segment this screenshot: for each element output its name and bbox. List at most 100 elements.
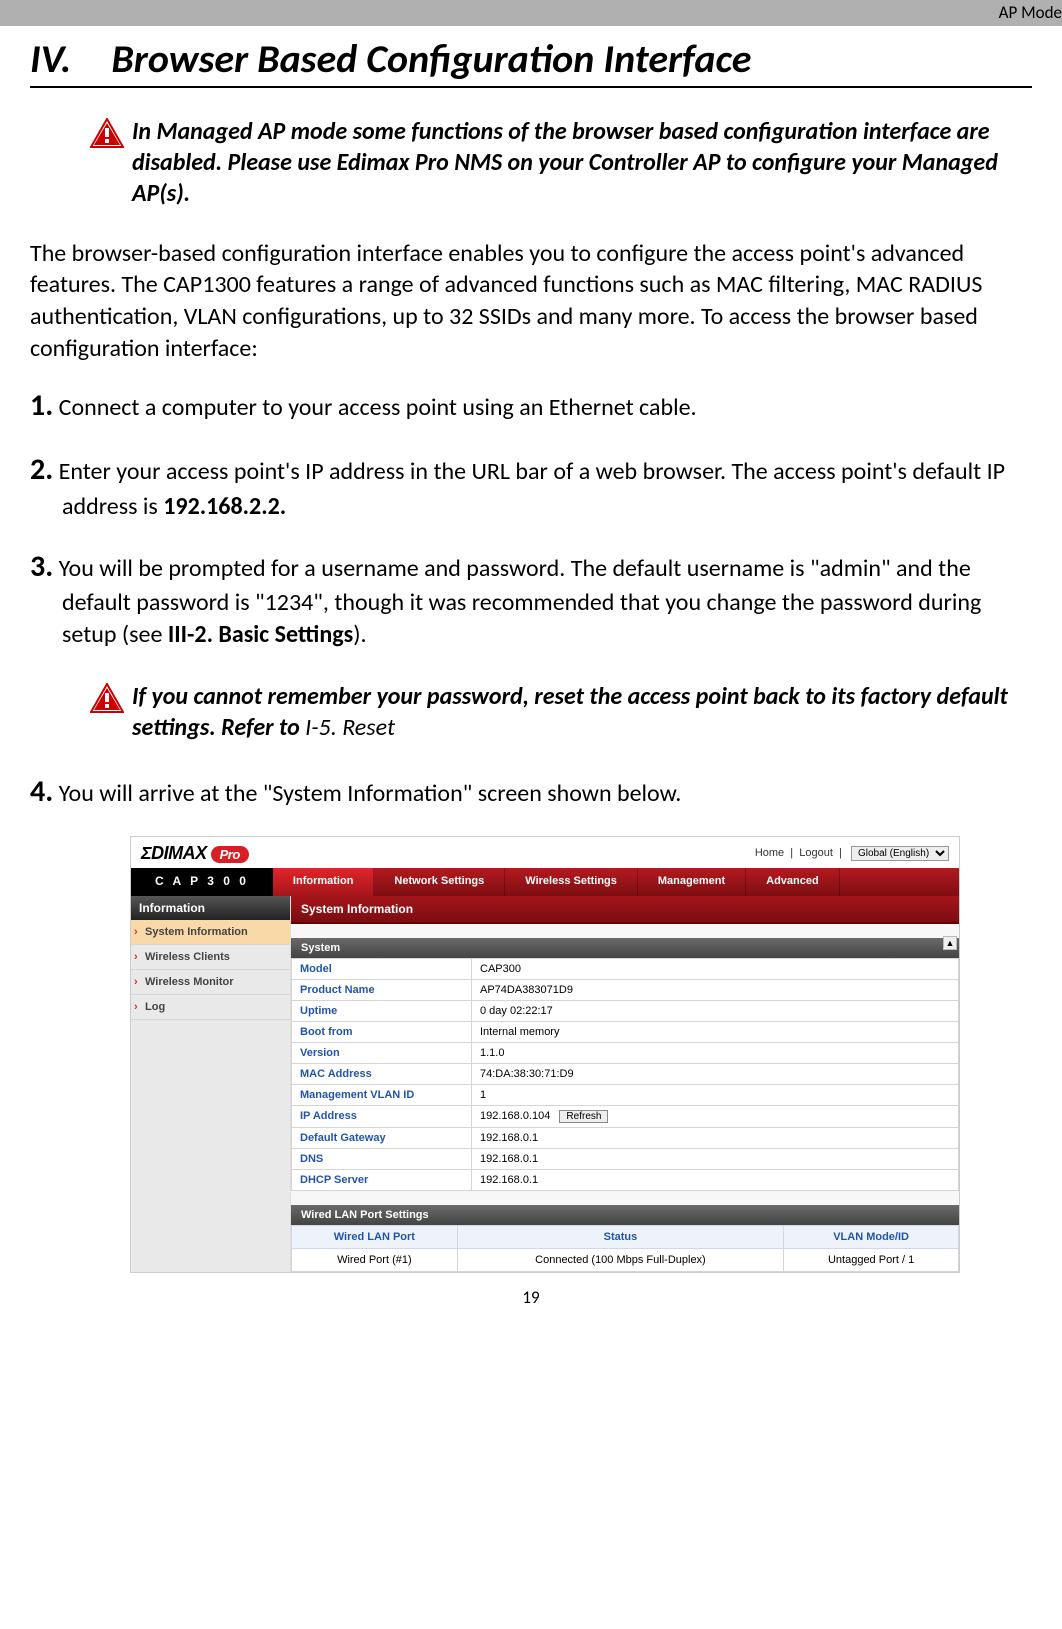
row-val: 0 day 02:22:17 [472,1000,959,1021]
note-reset-text: If you cannot remember your password, re… [132,681,1032,743]
table-row: Product NameAP74DA383071D9 [292,979,959,1000]
title-rule [30,86,1032,88]
table-row: Default Gateway192.168.0.1 [292,1127,959,1148]
note-reset-ref: I-5. Reset [305,713,395,742]
warning-icon [90,683,124,713]
nav-advanced[interactable]: Advanced [746,868,840,896]
wired-td: Wired Port (#1) [292,1248,458,1271]
sidebar-item-wireless-monitor[interactable]: Wireless Monitor [131,970,290,995]
row-key: Default Gateway [292,1127,472,1148]
step-4: 4. You will arrive at the "System Inform… [30,772,1032,812]
logout-link[interactable]: Logout [799,847,833,859]
row-key: Management VLAN ID [292,1084,472,1105]
nav-wireless-settings[interactable]: Wireless Settings [505,868,638,896]
language-select[interactable]: Global (English) [851,846,949,861]
row-val: 192.168.0.1 [472,1127,959,1148]
row-val: 192.168.0.1 [472,1148,959,1169]
note-managed-ap-text: In Managed AP mode some functions of the… [132,116,1032,210]
scroll-up-icon[interactable]: ▲ [943,936,957,950]
sidebar: Information System Information Wireless … [131,896,291,1272]
home-link[interactable]: Home [755,847,784,859]
note-managed-ap: In Managed AP mode some functions of the… [90,116,1032,210]
wired-data-row: Wired Port (#1) Connected (100 Mbps Full… [292,1248,959,1271]
brand-logo: ΣDIMAX Pro [141,843,249,864]
row-val: 74:DA:38:30:71:D9 [472,1063,959,1084]
row-key: Product Name [292,979,472,1000]
row-val: 192.168.0.1 [472,1169,959,1190]
row-val: CAP300 [472,958,959,979]
panel-title: System Information [291,896,959,924]
table-row: IP Address 192.168.0.104 Refresh [292,1105,959,1127]
step-1: 1. Connect a computer to your access poi… [30,386,1032,426]
row-key: Boot from [292,1021,472,1042]
webui-topbar: ΣDIMAX Pro Home | Logout | Global (Engli… [131,837,959,868]
wired-subtitle: Wired LAN Port Settings [291,1205,959,1225]
row-val: 1.1.0 [472,1042,959,1063]
webui-body: Information System Information Wireless … [131,896,959,1272]
main-nav: Information Network Settings Wireless Se… [273,868,959,896]
sidebar-item-system-information[interactable]: System Information [131,920,290,945]
nav-network-settings[interactable]: Network Settings [374,868,505,896]
row-key: IP Address [292,1105,472,1127]
table-row: MAC Address74:DA:38:30:71:D9 [292,1063,959,1084]
step-2-number: 2. [30,451,53,488]
nav-management[interactable]: Management [638,868,746,896]
row-val: AP74DA383071D9 [472,979,959,1000]
wired-table: Wired LAN Port Status VLAN Mode/ID Wired… [291,1225,959,1272]
wired-td: Untagged Port / 1 [784,1248,959,1271]
brand-pro-badge: Pro [211,846,249,863]
sidebar-item-wireless-clients[interactable]: Wireless Clients [131,945,290,970]
header-mode-text: AP Mode [999,2,1062,23]
system-info-screenshot: ΣDIMAX Pro Home | Logout | Global (Engli… [130,836,1032,1273]
step-3-number: 3. [30,548,53,585]
wired-th: VLAN Mode/ID [784,1225,959,1248]
system-table: ModelCAP300 Product NameAP74DA383071D9 U… [291,958,959,1191]
page-content: IV. Browser Based Configuration Interfac… [0,26,1062,1328]
page-number: 19 [30,1287,1032,1308]
table-row: DNS192.168.0.1 [292,1148,959,1169]
table-row: Version1.1.0 [292,1042,959,1063]
nav-information[interactable]: Information [273,868,375,896]
sidebar-heading: Information [131,896,290,920]
table-row: ModelCAP300 [292,958,959,979]
step-3: 3. You will be prompted for a username a… [30,547,1032,652]
row-key: DNS [292,1148,472,1169]
table-row: Uptime0 day 02:22:17 [292,1000,959,1021]
brand-text: ΣDIMAX [141,843,207,864]
webui-frame: ΣDIMAX Pro Home | Logout | Global (Engli… [130,836,960,1273]
note-reset-text-a: If you cannot remember your password, re… [132,682,1008,742]
top-links: Home | Logout | Global (English) [755,846,949,861]
step-4-text: You will arrive at the "System Informati… [53,779,681,808]
warning-icon [90,118,124,148]
ip-address-value: 192.168.0.104 [480,1110,550,1122]
row-key: MAC Address [292,1063,472,1084]
wired-td: Connected (100 Mbps Full-Duplex) [457,1248,783,1271]
row-key: Uptime [292,1000,472,1021]
row-key: DHCP Server [292,1169,472,1190]
refresh-button[interactable]: Refresh [559,1110,608,1123]
sidebar-item-log[interactable]: Log [131,995,290,1020]
step-3-text-c: ). [353,620,366,649]
model-strip: C A P 3 0 0 Information Network Settings… [131,868,959,896]
intro-paragraph: The browser-based configuration interfac… [30,238,1032,365]
row-key: Model [292,958,472,979]
row-val-ip: 192.168.0.104 Refresh [472,1105,959,1127]
header-mode-bar: AP Mode [0,0,1062,26]
row-key: Version [292,1042,472,1063]
step-1-number: 1. [30,387,53,424]
model-name: C A P 3 0 0 [131,868,273,896]
row-val: Internal memory [472,1021,959,1042]
section-title: IV. Browser Based Configuration Interfac… [30,36,1032,82]
step-2-ip: 192.168.2.2. [163,492,286,521]
wired-header-row: Wired LAN Port Status VLAN Mode/ID [292,1225,959,1248]
table-row: Boot fromInternal memory [292,1021,959,1042]
wired-th: Wired LAN Port [292,1225,458,1248]
table-row: Management VLAN ID1 [292,1084,959,1105]
row-val: 1 [472,1084,959,1105]
step-1-text: Connect a computer to your access point … [53,393,696,422]
step-3-ref: III-2. Basic Settings [168,620,353,649]
step-2: 2. Enter your access point's IP address … [30,450,1032,522]
step-4-number: 4. [30,773,53,810]
wired-th: Status [457,1225,783,1248]
system-subtitle: System [291,938,959,958]
